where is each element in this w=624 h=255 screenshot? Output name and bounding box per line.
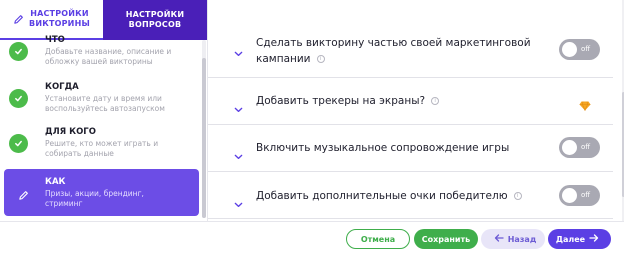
next-button-label: Далее	[555, 234, 586, 244]
sidebar: НАСТРОЙКИ ВИКТОРИНЫ НАСТРОЙКИ ВОПРОСОВ Ч…	[0, 0, 207, 221]
setting-row-trackers: Добавить трекеры на экраны? i	[208, 78, 613, 125]
premium-gem-icon[interactable]	[579, 96, 591, 115]
check-icon	[9, 42, 28, 61]
cancel-button-label: Отмена	[360, 234, 396, 244]
toggle-state: off	[581, 143, 591, 151]
pencil-icon	[13, 14, 24, 25]
check-icon	[9, 89, 28, 108]
cancel-button[interactable]: Отмена	[346, 229, 410, 249]
footer-actions: Отмена Сохранить Назад Далее	[0, 221, 624, 255]
sidebar-item-title: КОГДА	[45, 82, 79, 92]
sidebar-item-text: КОГДА Установите дату и время или воспол…	[45, 82, 175, 114]
setting-label-text: Сделать викторину частью своей маркетинг…	[256, 37, 531, 65]
sidebar-scrollbar[interactable]	[202, 40, 206, 218]
setting-label: Добавить дополнительные очки победителю i	[256, 188, 522, 204]
sidebar-item-what[interactable]: ЧТО Добавьте название, описание и обложк…	[0, 30, 199, 77]
sidebar-item-desc: Решите, кто может играть и собирать данн…	[45, 139, 159, 158]
toggle-knob	[562, 140, 577, 155]
arrow-left-icon	[490, 234, 508, 244]
sidebar-scrollbar-thumb[interactable]	[202, 58, 206, 218]
toggle-knob	[562, 42, 577, 57]
sidebar-item-when[interactable]: КОГДА Установите дату и время или воспол…	[0, 77, 199, 124]
setting-label: Сделать викторину частью своей маркетинг…	[256, 35, 546, 67]
toggle-state: off	[581, 191, 591, 199]
setting-row-music: Включить музыкальное сопровождение игры …	[208, 125, 613, 172]
setting-label-text: Включить музыкальное сопровождение игры	[256, 142, 510, 154]
settings-panel: Сделать викторину частью своей маркетинг…	[207, 0, 624, 221]
sidebar-item-text: ДЛЯ КОГО Решите, кто может играть и соби…	[45, 127, 170, 159]
toggle-state: off	[581, 45, 591, 53]
setting-label-text: Добавить трекеры на экраны?	[256, 95, 426, 107]
toggle-switch[interactable]: off	[559, 185, 600, 206]
sidebar-item-desc: Добавьте название, описание и обложку ва…	[45, 47, 172, 66]
info-icon[interactable]: i	[513, 192, 522, 200]
next-button[interactable]: Далее	[548, 229, 611, 249]
setting-label-text: Добавить дополнительные очки победителю	[256, 190, 508, 202]
sidebar-item-title: ДЛЯ КОГО	[45, 127, 96, 137]
info-icon[interactable]: i	[316, 55, 325, 63]
sidebar-item-text: КАК Призы, акции, брендинг, стриминг	[45, 177, 160, 209]
sidebar-item-for-whom[interactable]: ДЛЯ КОГО Решите, кто может играть и соби…	[0, 122, 199, 169]
sidebar-item-title: КАК	[45, 177, 66, 187]
setting-row-marketing: Сделать викторину частью своей маркетинг…	[208, 0, 613, 78]
sidebar-item-title: ЧТО	[45, 35, 65, 45]
sidebar-item-desc: Установите дату и время или воспользуйте…	[45, 94, 165, 113]
toggle-switch[interactable]: off	[559, 39, 600, 60]
toggle-switch[interactable]: off	[559, 137, 600, 158]
tab-question-settings-label: НАСТРОЙКИ ВОПРОСОВ	[125, 10, 185, 29]
tab-quiz-settings-label: НАСТРОЙКИ ВИКТОРИНЫ	[29, 9, 90, 28]
back-button[interactable]: Назад	[481, 229, 545, 249]
chevron-down-icon[interactable]	[234, 145, 243, 164]
sidebar-item-how[interactable]: КАК Призы, акции, брендинг, стриминг	[4, 169, 199, 216]
setting-label: Включить музыкальное сопровождение игры	[256, 140, 509, 156]
chevron-down-icon[interactable]	[234, 98, 243, 117]
back-button-label: Назад	[507, 234, 537, 244]
chevron-down-icon[interactable]	[234, 193, 243, 212]
setting-row-bonus-points: Добавить дополнительные очки победителю i…	[208, 172, 613, 219]
save-button-label: Сохранить	[421, 234, 471, 244]
setting-label: Добавить трекеры на экраны? i	[256, 93, 440, 109]
check-icon	[9, 134, 28, 153]
chevron-down-icon[interactable]	[234, 42, 243, 61]
arrow-right-icon	[585, 234, 603, 244]
sidebar-item-desc: Призы, акции, брендинг, стриминг	[45, 189, 144, 208]
sidebar-item-text: ЧТО Добавьте название, описание и обложк…	[45, 35, 175, 67]
quiz-settings-window: НАСТРОЙКИ ВИКТОРИНЫ НАСТРОЙКИ ВОПРОСОВ Ч…	[0, 0, 624, 255]
pencil-icon	[18, 186, 29, 205]
save-button[interactable]: Сохранить	[414, 229, 478, 249]
info-icon[interactable]: i	[431, 97, 440, 105]
toggle-knob	[562, 188, 577, 203]
